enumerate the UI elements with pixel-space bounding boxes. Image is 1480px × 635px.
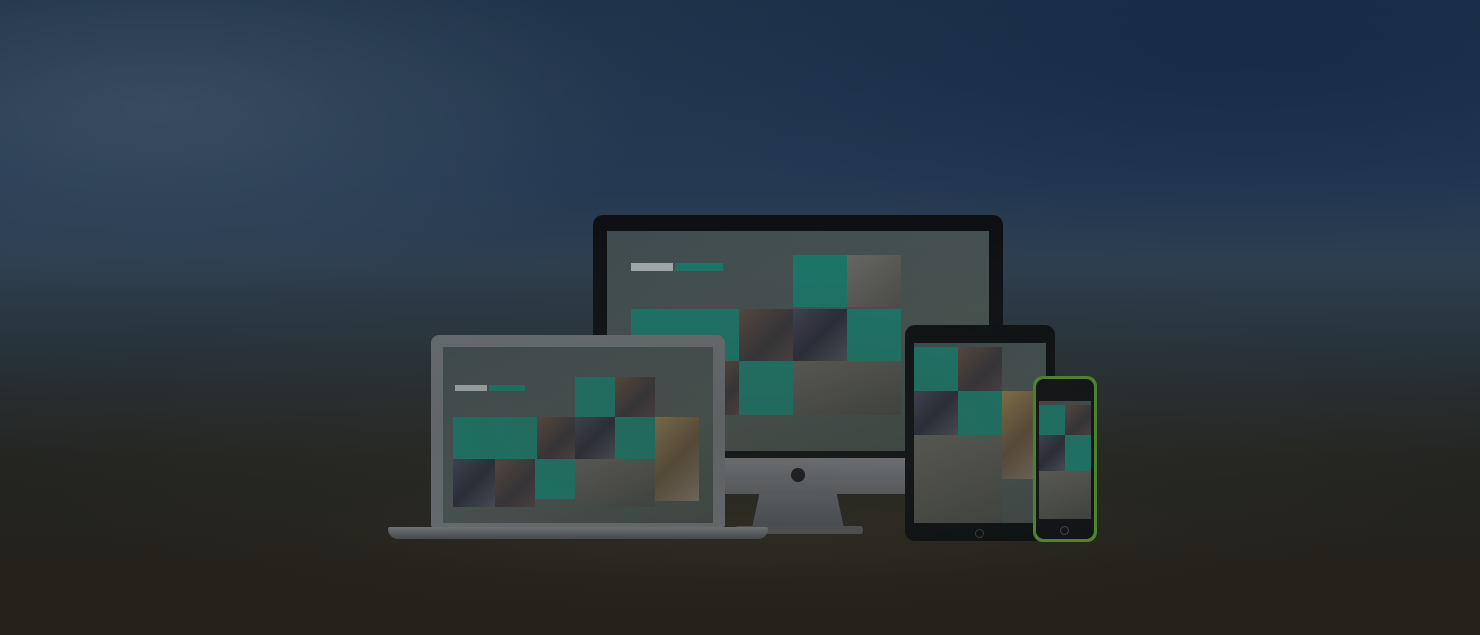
- tile-green: [793, 255, 847, 307]
- tile-photo: [793, 309, 847, 361]
- laptop-base: [388, 527, 768, 539]
- tile-photo: [615, 377, 655, 417]
- tablet-screen: [914, 343, 1046, 523]
- tile-green: [615, 417, 655, 459]
- tile-green: [739, 361, 793, 415]
- tile-photo: [495, 459, 535, 507]
- desktop-stand: [752, 494, 844, 528]
- tile-photo: [537, 417, 575, 459]
- tile-green: [1039, 405, 1065, 435]
- tile-green: [1065, 435, 1091, 471]
- site-logo-accent: [489, 385, 525, 391]
- tile-green: [575, 377, 615, 417]
- tile-photo: [575, 459, 655, 507]
- site-logo-light: [631, 263, 673, 271]
- tile-green: [958, 391, 1002, 435]
- tile-photo: [453, 459, 495, 507]
- site-logo-accent: [675, 263, 723, 271]
- tile-photo: [914, 435, 1002, 523]
- tile-photo: [958, 347, 1002, 391]
- hero-background: [0, 0, 1480, 635]
- tile-photo: [739, 309, 793, 361]
- site-logo-light: [455, 385, 487, 391]
- tile-photo: [1039, 435, 1065, 471]
- phone-home-button: [1060, 526, 1069, 535]
- tile-photo: [847, 255, 901, 307]
- tile-photo: [914, 391, 958, 435]
- tile-photo: [1065, 405, 1091, 435]
- laptop-screen: [443, 347, 713, 523]
- tile-green: [914, 347, 958, 391]
- tile-green: [535, 459, 575, 499]
- tile-photo: [655, 417, 699, 501]
- tile-photo: [793, 361, 901, 415]
- tile-green: [453, 417, 495, 459]
- tile-photo: [575, 417, 615, 459]
- phone: [1036, 379, 1094, 539]
- tablet-home-button: [975, 529, 984, 538]
- phone-screen: [1039, 401, 1091, 519]
- apple-logo-icon: [791, 468, 805, 482]
- tile-green: [495, 417, 537, 459]
- tile-photo: [1039, 471, 1091, 519]
- laptop: [431, 335, 725, 527]
- tile-green: [847, 309, 901, 361]
